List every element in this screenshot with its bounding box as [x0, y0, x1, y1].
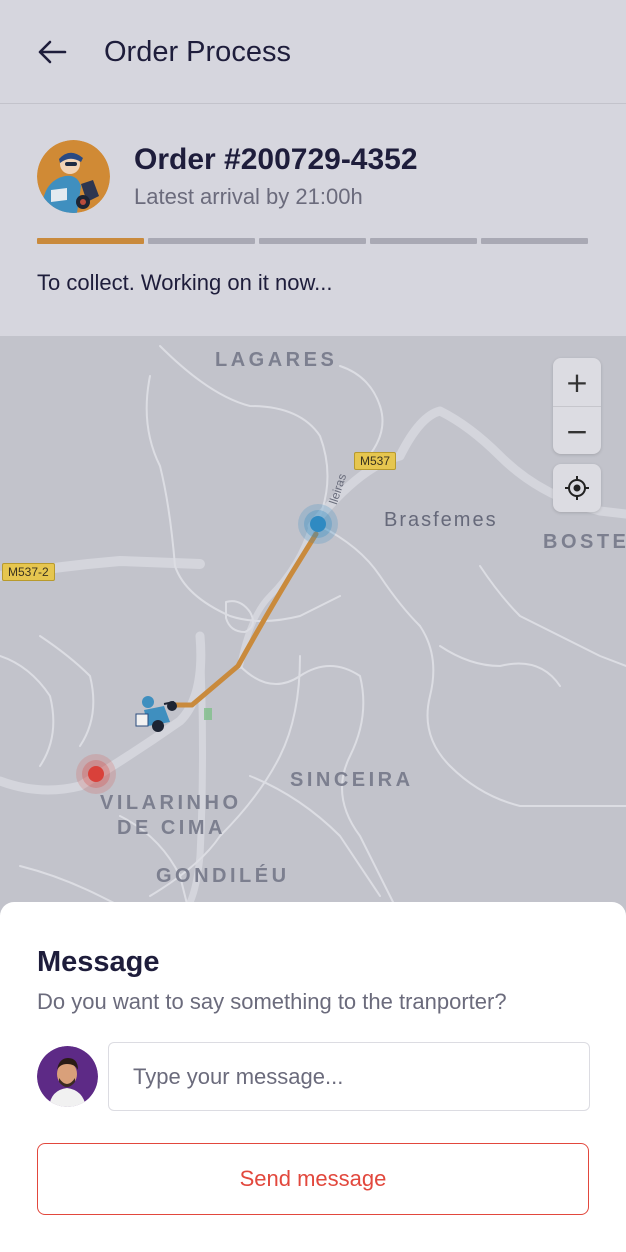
message-sheet: Message Do you want to say something to … — [0, 902, 626, 1252]
order-number: Order #200729-4352 — [134, 143, 418, 176]
order-summary: Order #200729-4352 Latest arrival by 21:… — [0, 105, 626, 336]
message-title: Message — [37, 946, 160, 978]
back-button[interactable] — [30, 30, 74, 74]
road-shield: M537 — [354, 452, 397, 470]
progress-step — [481, 238, 588, 244]
progress-step — [259, 238, 366, 244]
origin-marker — [298, 504, 338, 544]
zoom-out-button[interactable]: − — [553, 407, 601, 455]
arrival-time: Latest arrival by 21:00h — [134, 184, 363, 209]
place-label: LAGARES — [215, 349, 338, 371]
arrow-left-icon — [38, 40, 67, 64]
zoom-in-button[interactable]: + — [553, 358, 601, 406]
zoom-controls: + − — [553, 358, 601, 454]
page-title: Order Process — [104, 36, 291, 68]
place-label: DE CIMA — [117, 817, 226, 839]
map-roads — [0, 345, 626, 916]
destination-marker — [76, 754, 116, 794]
user-avatar — [37, 1046, 98, 1107]
send-message-button[interactable]: Send message — [37, 1143, 589, 1215]
place-label: SINCEIRA — [290, 769, 414, 791]
place-label: VILARINHO — [100, 792, 242, 814]
progress-step — [37, 238, 144, 244]
transporter-avatar — [37, 140, 110, 213]
message-input[interactable] — [108, 1042, 590, 1111]
place-label: BOSTE — [543, 531, 626, 553]
map-view[interactable]: LAGARES Brasfemes BOSTE SINCEIRA VILARIN… — [0, 336, 626, 916]
progress-step — [370, 238, 477, 244]
message-subtitle: Do you want to say something to the tran… — [37, 989, 507, 1014]
locate-icon — [565, 476, 589, 500]
place-label: Brasfemes — [384, 509, 498, 531]
app-header: Order Process — [0, 0, 626, 104]
order-progress-bar — [37, 238, 588, 244]
locate-button[interactable] — [553, 464, 601, 512]
road-shield: M537-2 — [2, 563, 55, 581]
order-status: To collect. Working on it now... — [37, 270, 333, 295]
place-label: GONDILÉU — [156, 865, 290, 887]
progress-step — [148, 238, 255, 244]
